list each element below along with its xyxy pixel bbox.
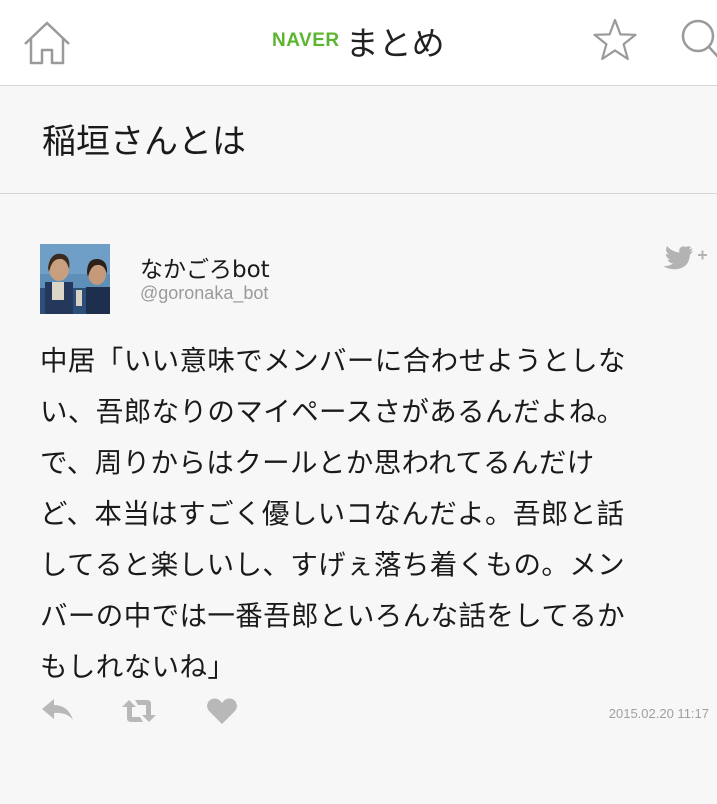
heart-icon <box>207 698 237 724</box>
tweet-text-line: バーの中では一番吾郎といろんな話をしてるか <box>40 600 626 632</box>
like-button[interactable] <box>205 696 239 726</box>
title-section: 稲垣さんとは <box>0 86 717 194</box>
home-button[interactable] <box>22 20 72 66</box>
tweet-user-name[interactable]: なかごろbot <box>140 250 270 284</box>
twitter-follow-button[interactable] <box>660 242 710 272</box>
search-icon <box>681 19 717 58</box>
tweet-text-line: してると楽しいし、すげぇ落ち着くもの。メン <box>40 549 626 581</box>
reply-button[interactable] <box>40 696 76 726</box>
search-button[interactable] <box>676 16 717 62</box>
logo-text: まとめ <box>345 24 445 63</box>
tweet-text-line: で、周りからはクールとか思われてるんだけ <box>40 447 595 479</box>
tweet-text-line: ど、本当はすごく優しいコなんだよ。吾郎と話 <box>40 498 625 530</box>
tweet-timestamp[interactable]: 2015.02.20 11:17 <box>609 706 709 721</box>
home-icon <box>24 21 70 65</box>
app-header: NAVER まとめ <box>0 0 717 86</box>
page-title: 稲垣さんとは <box>42 122 246 162</box>
tweet-text-line: もしれないね」 <box>40 651 236 683</box>
avatar[interactable] <box>40 244 110 314</box>
tweet-user-handle[interactable]: @goronaka_bot <box>140 283 268 304</box>
retweet-icon <box>122 700 156 722</box>
embedded-tweet: なかごろbot @goronaka_bot 中居「いい意味でメンバーに合わせよう… <box>0 194 717 804</box>
avatar-photo <box>40 244 110 314</box>
retweet-button[interactable] <box>120 696 158 726</box>
favorite-button[interactable] <box>592 17 638 63</box>
star-icon <box>593 18 637 61</box>
tweet-text: 中居「いい意味でメンバーに合わせようとしな い、吾郎なりのマイペースさがあるんだ… <box>40 336 700 693</box>
naver-matome-logo[interactable]: NAVER まとめ <box>272 18 445 64</box>
tweet-text-line: 中居「いい意味でメンバーに合わせようとしな <box>40 345 626 377</box>
logo-brand: NAVER <box>272 30 340 51</box>
twitter-bird-follow-icon <box>663 246 707 270</box>
tweet-text-line: い、吾郎なりのマイペースさがあるんだよね。 <box>40 396 625 428</box>
reply-icon <box>42 699 73 720</box>
